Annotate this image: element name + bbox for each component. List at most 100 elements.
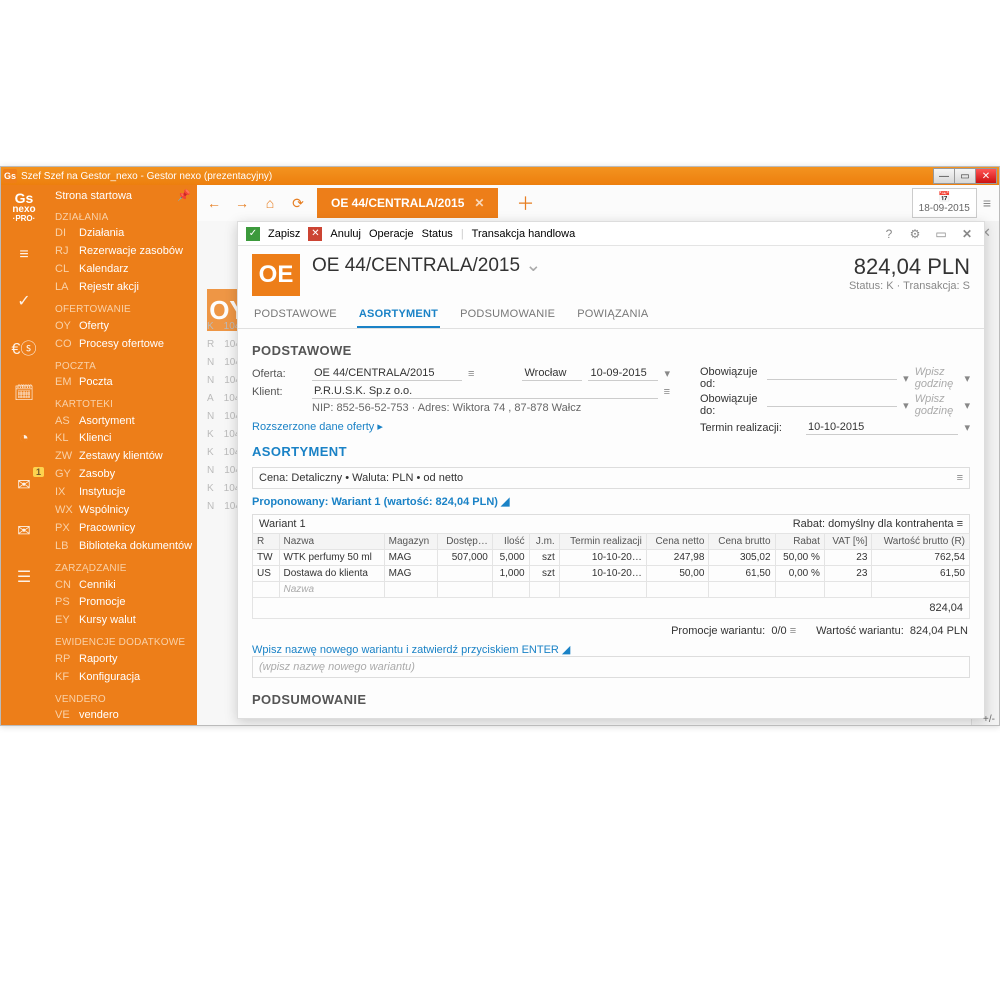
status-menu[interactable]: Status: [422, 228, 453, 240]
window-buttons: — ▭ ✕: [934, 168, 997, 184]
transaction-menu[interactable]: Transakcja handlowa: [472, 228, 576, 240]
valid-to-field[interactable]: [767, 404, 897, 407]
sidebar-item[interactable]: RPRaporty: [55, 651, 197, 669]
section-tabs: PODSTAWOWE ASORTYMENT PODSUMOWANIE POWIĄ…: [238, 302, 984, 329]
sidebar-item[interactable]: PXPracownicy: [55, 520, 197, 538]
window-title: Szef Szef na Gestor_nexo - Gestor nexo (…: [21, 171, 272, 182]
cancel-icon[interactable]: ✕: [308, 227, 322, 241]
maximize-button[interactable]: ▭: [954, 168, 976, 184]
gear-icon[interactable]: ⚙: [906, 227, 924, 241]
operations-menu[interactable]: Operacje: [369, 228, 414, 240]
calendar-icon[interactable]: 🗓: [10, 379, 38, 407]
cancel-button[interactable]: Anuluj: [330, 228, 361, 240]
mail-icon[interactable]: ✉: [10, 517, 38, 545]
title-bar: Gs Szef Szef na Gestor_nexo - Gestor nex…: [1, 167, 999, 185]
sidebar-group-header: POCZTA: [55, 360, 197, 375]
proposed-variant-link[interactable]: Proponowany: Wariant 1 (wartość: 824,04 …: [252, 495, 970, 508]
section-summary-header: PODSUMOWANIE: [252, 692, 970, 707]
sidebar-item[interactable]: RJRezerwacje zasobów: [55, 243, 197, 261]
variant-name[interactable]: Wariant 1: [259, 518, 306, 530]
table-row[interactable]: USDostawa do klientaMAG1,000szt10-10-20……: [253, 566, 970, 582]
pin-icon[interactable]: 📌: [177, 189, 191, 205]
plus-minus-label[interactable]: +/-: [983, 714, 995, 725]
new-tab-icon[interactable]: ＋: [516, 190, 534, 216]
check-circle-icon[interactable]: ✓: [10, 287, 38, 315]
new-variant-hint[interactable]: Wpisz nazwę nowego wariantu i zatwierdź …: [252, 643, 970, 656]
sidebar-item[interactable]: GYZasoby: [55, 466, 197, 484]
client-field[interactable]: P.R.U.S.K. Sp.z o.o.: [312, 384, 658, 399]
sidebar-item[interactable]: CNCenniki: [55, 577, 197, 595]
mail-badge-icon[interactable]: ✉1: [10, 471, 38, 499]
sidebar-item[interactable]: ASAsortyment: [55, 413, 197, 431]
price-settings[interactable]: Cena: Detaliczny • Waluta: PLN • od nett…: [259, 472, 463, 484]
save-icon[interactable]: ✓: [246, 227, 260, 241]
card-icon[interactable]: ☰: [10, 563, 38, 591]
sidebar-item[interactable]: KFKonfiguracja: [55, 669, 197, 687]
sidebar-item[interactable]: PSPromocje: [55, 594, 197, 612]
doc-amount: 824,04 PLN: [849, 254, 970, 280]
close-button[interactable]: ✕: [975, 168, 997, 184]
document-panel: ✓Zapisz ✕Anuluj Operacje Status | Transa…: [237, 221, 985, 719]
active-tab[interactable]: OE 44/CENTRALA/2015✕: [317, 188, 498, 218]
new-variant-input[interactable]: (wpisz nazwę nowego wariantu): [252, 656, 970, 678]
sidebar-group-header: EWIDENCJE DODATKOWE: [55, 636, 197, 651]
menu-icon[interactable]: ≡: [983, 195, 991, 211]
sidebar-item[interactable]: WXWspólnicy: [55, 502, 197, 520]
tab-podstawowe[interactable]: PODSTAWOWE: [252, 302, 339, 328]
section-basic-header: PODSTAWOWE: [252, 343, 970, 358]
panel-content: PODSTAWOWE Oferta: OE 44/CENTRALA/2015≡ …: [238, 329, 984, 718]
tab-podsumowanie[interactable]: PODSUMOWANIE: [458, 302, 557, 328]
rabat-settings[interactable]: Rabat: domyślny dla kontrahenta ≡: [793, 518, 963, 530]
tab-asortyment[interactable]: ASORTYMENT: [357, 302, 440, 328]
close-panel-icon[interactable]: ✕: [958, 227, 976, 241]
section-asort-header: ASORTYMENT: [252, 444, 970, 459]
doc-status-line: Status: K · Transakcja: S: [849, 280, 970, 292]
extended-data-link[interactable]: Rozszerzone dane oferty ▸: [252, 420, 383, 433]
main-area: ← → ⌂ ⟳ OE 44/CENTRALA/2015✕ ＋ 📅18-09-20…: [197, 185, 999, 725]
valid-from-field[interactable]: [767, 377, 897, 380]
help-icon[interactable]: ?: [880, 227, 898, 241]
tab-close-icon[interactable]: ✕: [474, 196, 484, 210]
sidebar-group-header: ZARZĄDZANIE: [55, 562, 197, 577]
offer-number-field[interactable]: OE 44/CENTRALA/2015: [312, 366, 462, 381]
deadline-field[interactable]: 10-10-2015: [806, 420, 958, 435]
sidebar-item[interactable]: DIDziałania: [55, 225, 197, 243]
application-window: Gs Szef Szef na Gestor_nexo - Gestor nex…: [0, 166, 1000, 726]
tab-powiazania[interactable]: POWIĄZANIA: [575, 302, 650, 328]
euro-icon[interactable]: €ⓢ: [10, 333, 38, 361]
forward-icon[interactable]: →: [233, 194, 251, 212]
maximize-panel-icon[interactable]: ▭: [932, 227, 950, 241]
refresh-icon[interactable]: ⟳: [289, 194, 307, 212]
sidebar-item[interactable]: ZWZestawy klientów: [55, 448, 197, 466]
items-table: RNazwaMagazynDostęp…IlośćJ.m.Termin real…: [252, 533, 970, 598]
top-nav: ← → ⌂ ⟳ OE 44/CENTRALA/2015✕ ＋ 📅18-09-20…: [197, 185, 999, 221]
sidebar-item[interactable]: LARejestr akcji: [55, 279, 197, 297]
table-row[interactable]: TWWTK perfumy 50 mlMAG507,0005,000szt10-…: [253, 550, 970, 566]
chevron-down-icon[interactable]: ⌄: [525, 255, 541, 276]
table-new-row[interactable]: Nazwa: [253, 582, 970, 598]
back-icon[interactable]: ←: [205, 194, 223, 212]
sidebar-item[interactable]: COProcesy ofertowe: [55, 336, 197, 354]
date-picker[interactable]: 📅18-09-2015: [912, 188, 977, 218]
sidebar-home[interactable]: Strona startowa: [55, 189, 132, 205]
city-field[interactable]: Wrocław: [522, 366, 582, 381]
sidebar-item[interactable]: CLKalendarz: [55, 261, 197, 279]
offer-date-field[interactable]: 10-09-2015: [588, 366, 658, 381]
sidebar-item[interactable]: IXInstytucje: [55, 484, 197, 502]
sidebar-item[interactable]: OYOferty: [55, 318, 197, 336]
table-total: 824,04: [252, 598, 970, 619]
icon-rail: Gs nexo ·PRO· ≡ ✓ €ⓢ 🗓 ◔ ✉1 ✉ ☰: [1, 185, 47, 725]
product-logo: Gs nexo ·PRO·: [12, 191, 35, 223]
sidebar-item[interactable]: KLKlienci: [55, 430, 197, 448]
sidebar-item[interactable]: VEvendero: [55, 707, 197, 725]
home-icon[interactable]: ⌂: [261, 194, 279, 212]
minimize-button[interactable]: —: [933, 168, 955, 184]
sidebar-group-header: VENDERO: [55, 693, 197, 708]
sidebar-item[interactable]: EYKursy walut: [55, 612, 197, 630]
hamburger-icon[interactable]: ≡: [10, 241, 38, 269]
sidebar-item[interactable]: LBBiblioteka dokumentów: [55, 538, 197, 556]
sidebar-item[interactable]: EMPoczta: [55, 374, 197, 392]
save-button[interactable]: Zapisz: [268, 228, 300, 240]
sidebar-group-header: DZIAŁANIA: [55, 211, 197, 226]
clock-icon[interactable]: ◔: [10, 425, 38, 453]
